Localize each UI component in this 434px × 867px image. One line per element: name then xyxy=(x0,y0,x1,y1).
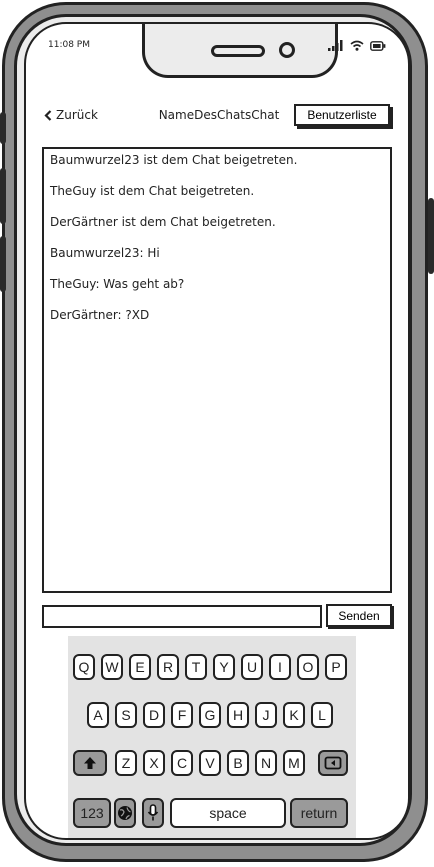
key-m[interactable]: M xyxy=(283,750,305,776)
chat-message: DerGärtner: ?XD xyxy=(50,308,150,322)
key-u[interactable]: U xyxy=(241,654,263,680)
status-icons xyxy=(328,40,386,51)
chevron-left-icon xyxy=(44,109,52,121)
backspace-icon xyxy=(324,756,342,770)
signal-icon xyxy=(328,40,343,51)
user-list-button[interactable]: Benutzerliste xyxy=(294,104,390,126)
shift-arrow-icon xyxy=(84,757,96,769)
silent-switch xyxy=(0,112,6,144)
numbers-key[interactable]: 123 xyxy=(73,798,111,828)
key-k[interactable]: K xyxy=(283,702,305,728)
key-v[interactable]: V xyxy=(199,750,221,776)
back-label: Zurück xyxy=(56,108,98,122)
return-key[interactable]: return xyxy=(290,798,348,828)
key-t[interactable]: T xyxy=(185,654,207,680)
key-f[interactable]: F xyxy=(171,702,193,728)
chat-message: DerGärtner ist dem Chat beigetreten. xyxy=(50,215,276,229)
key-p[interactable]: P xyxy=(325,654,347,680)
key-b[interactable]: B xyxy=(227,750,249,776)
key-c[interactable]: C xyxy=(171,750,193,776)
phone-screen: 11:08 PM Zurück NameDesChatsChat Benutze… xyxy=(24,22,410,840)
key-h[interactable]: H xyxy=(227,702,249,728)
shift-key[interactable] xyxy=(73,750,107,776)
chat-message: Baumwurzel23: Hi xyxy=(50,246,160,260)
key-i[interactable]: I xyxy=(269,654,291,680)
microphone-icon xyxy=(147,804,159,821)
key-g[interactable]: G xyxy=(199,702,221,728)
wifi-icon xyxy=(350,40,364,51)
microphone-key[interactable] xyxy=(142,798,164,828)
send-button[interactable]: Senden xyxy=(326,604,392,627)
back-button[interactable]: Zurück xyxy=(44,108,98,122)
volume-down-button xyxy=(0,236,6,292)
key-y[interactable]: Y xyxy=(213,654,235,680)
chat-message: Baumwurzel23 ist dem Chat beigetreten. xyxy=(50,153,298,167)
power-button xyxy=(428,198,434,274)
key-r[interactable]: R xyxy=(157,654,179,680)
volume-up-button xyxy=(0,168,6,224)
camera-icon xyxy=(279,42,295,58)
key-j[interactable]: J xyxy=(255,702,277,728)
space-key[interactable]: space xyxy=(170,798,286,828)
key-s[interactable]: S xyxy=(115,702,137,728)
globe-key[interactable] xyxy=(114,798,136,828)
key-o[interactable]: O xyxy=(297,654,319,680)
chat-message: TheGuy: Was geht ab? xyxy=(50,277,185,291)
chat-log[interactable]: Baumwurzel23 ist dem Chat beigetreten. T… xyxy=(42,147,392,593)
key-n[interactable]: N xyxy=(255,750,277,776)
key-x[interactable]: X xyxy=(143,750,165,776)
key-w[interactable]: W xyxy=(101,654,123,680)
chat-message: TheGuy ist dem Chat beigetreten. xyxy=(50,184,255,198)
key-d[interactable]: D xyxy=(143,702,165,728)
message-input[interactable] xyxy=(42,605,322,628)
globe-icon xyxy=(118,806,132,820)
backspace-key[interactable] xyxy=(318,750,348,776)
key-l[interactable]: L xyxy=(311,702,333,728)
key-z[interactable]: Z xyxy=(115,750,137,776)
battery-icon xyxy=(370,41,386,51)
key-e[interactable]: E xyxy=(129,654,151,680)
key-a[interactable]: A xyxy=(87,702,109,728)
notch xyxy=(142,24,338,78)
key-q[interactable]: Q xyxy=(73,654,95,680)
keyboard: Q W E R T Y U I O P A S D F G H J K L Z … xyxy=(68,636,356,838)
status-time: 11:08 PM xyxy=(48,40,90,50)
speaker-icon xyxy=(211,45,265,57)
